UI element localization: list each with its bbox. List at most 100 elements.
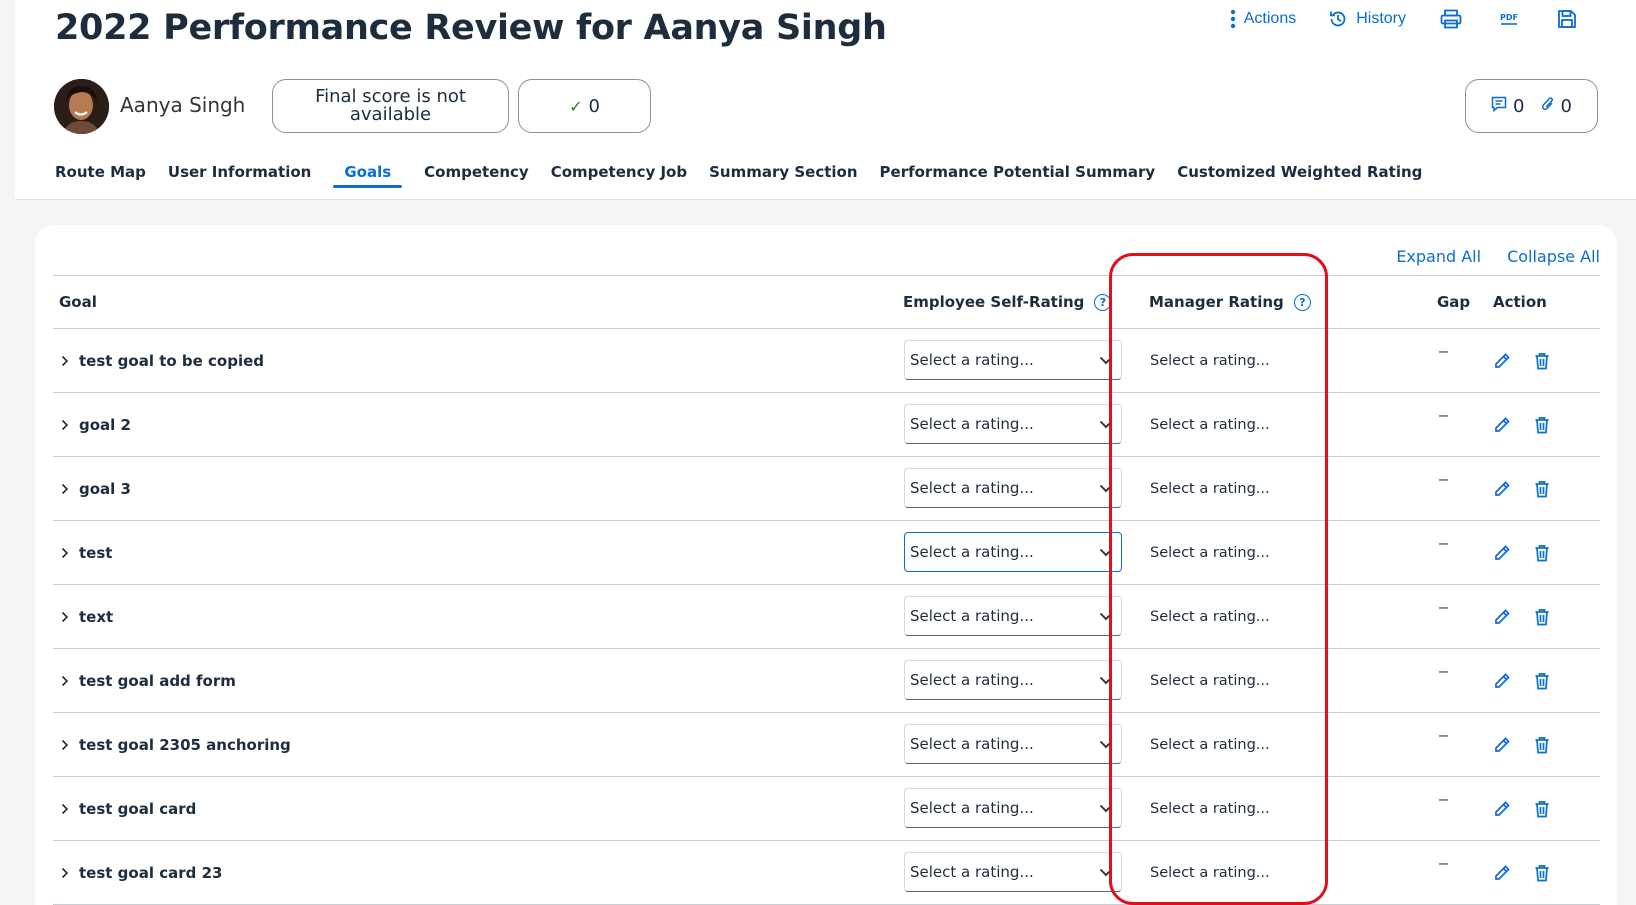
goal-expand-toggle[interactable]: goal 2 <box>59 393 131 457</box>
gap-value: – <box>1439 727 1448 744</box>
goal-expand-toggle[interactable]: goal 3 <box>59 457 131 521</box>
actions-label: Actions <box>1243 10 1297 27</box>
chevron-right-icon <box>59 675 71 687</box>
tab-competency-job[interactable]: Competency Job <box>540 160 698 194</box>
edit-icon[interactable] <box>1493 607 1511 627</box>
edit-icon[interactable] <box>1493 799 1511 819</box>
edit-icon[interactable] <box>1493 479 1511 499</box>
tab-performance-potential-summary[interactable]: Performance Potential Summary <box>869 160 1167 194</box>
chevron-down-icon <box>1099 671 1113 689</box>
self-rating-select[interactable]: Select a rating... <box>904 532 1122 572</box>
gap-value: – <box>1439 535 1448 552</box>
chevron-down-icon <box>1099 735 1113 753</box>
delete-icon[interactable] <box>1533 607 1551 627</box>
chevron-down-icon <box>1099 799 1113 817</box>
goal-expand-toggle[interactable]: test goal to be copied <box>59 329 264 393</box>
goal-expand-toggle[interactable]: text <box>59 585 113 649</box>
column-header-gap: Gap <box>1437 276 1470 328</box>
chevron-right-icon <box>59 483 71 495</box>
final-score-text: Final score is not available <box>315 86 466 125</box>
edit-icon[interactable] <box>1493 863 1511 883</box>
goal-expand-toggle[interactable]: test goal card <box>59 777 196 841</box>
edit-icon[interactable] <box>1493 351 1511 371</box>
gap-value: – <box>1439 599 1448 616</box>
delete-icon[interactable] <box>1533 351 1551 371</box>
column-header-action: Action <box>1493 276 1547 328</box>
edit-icon[interactable] <box>1493 415 1511 435</box>
table-row: test goal add form Select a rating... Se… <box>53 649 1600 713</box>
column-header-goal: Goal <box>59 276 97 328</box>
save-button[interactable] <box>1538 4 1596 34</box>
delete-icon[interactable] <box>1533 671 1551 691</box>
comments-attachments-badge[interactable]: 0 0 <box>1465 79 1598 133</box>
row-actions <box>1493 777 1551 841</box>
self-rating-value: Select a rating... <box>910 735 1034 753</box>
chevron-down-icon <box>1099 863 1113 881</box>
pdf-button[interactable]: PDF <box>1480 4 1538 34</box>
delete-icon[interactable] <box>1533 735 1551 755</box>
self-rating-select[interactable]: Select a rating... <box>904 852 1122 892</box>
table-row: test goal to be copied Select a rating..… <box>53 329 1600 393</box>
goal-expand-toggle[interactable]: test goal add form <box>59 649 236 713</box>
self-rating-select[interactable]: Select a rating... <box>904 468 1122 508</box>
tab-competency[interactable]: Competency <box>413 160 540 194</box>
history-button[interactable]: History <box>1312 4 1422 34</box>
chevron-down-icon <box>1099 543 1113 561</box>
gap-value: – <box>1439 663 1448 680</box>
history-icon <box>1328 9 1348 29</box>
delete-icon[interactable] <box>1533 799 1551 819</box>
row-actions <box>1493 841 1551 905</box>
tab-summary-section[interactable]: Summary Section <box>698 160 868 194</box>
chevron-right-icon <box>59 803 71 815</box>
column-header-gap-label: Gap <box>1437 293 1471 311</box>
goal-name: text <box>79 608 114 626</box>
expand-all-link[interactable]: Expand All <box>1396 247 1481 266</box>
collapse-all-link[interactable]: Collapse All <box>1507 247 1600 266</box>
avatar <box>54 79 109 134</box>
delete-icon[interactable] <box>1533 863 1551 883</box>
section-tabs: Route Map User Information Goals Compete… <box>55 160 1433 194</box>
help-icon[interactable]: ? <box>1293 293 1311 311</box>
tab-route-map[interactable]: Route Map <box>55 160 157 194</box>
final-score-badge[interactable]: Final score is not available <box>272 79 509 133</box>
edit-icon[interactable] <box>1493 735 1511 755</box>
chevron-right-icon <box>59 867 71 879</box>
edit-icon[interactable] <box>1493 543 1511 563</box>
tab-customized-weighted-rating[interactable]: Customized Weighted Rating <box>1166 160 1433 194</box>
self-rating-value: Select a rating... <box>910 351 1034 369</box>
self-rating-value: Select a rating... <box>910 543 1034 561</box>
self-rating-value: Select a rating... <box>910 415 1034 433</box>
self-rating-select[interactable]: Select a rating... <box>904 724 1122 764</box>
page-title: 2022 Performance Review for Aanya Singh <box>55 8 887 48</box>
manager-rating-value: Select a rating... <box>1150 737 1270 753</box>
save-icon <box>1557 9 1577 29</box>
tab-user-information[interactable]: User Information <box>157 160 322 194</box>
help-icon[interactable]: ? <box>1094 293 1112 311</box>
self-rating-select[interactable]: Select a rating... <box>904 404 1122 444</box>
approvals-badge[interactable]: ✓ 0 <box>518 79 651 133</box>
goal-expand-toggle[interactable]: test goal 2305 anchoring <box>59 713 291 777</box>
tab-goals[interactable]: Goals <box>322 160 413 194</box>
attachment-icon <box>1541 96 1555 117</box>
column-header-manager-rating-label: Manager Rating <box>1149 293 1284 311</box>
self-rating-select[interactable]: Select a rating... <box>904 660 1122 700</box>
table-row: test goal 2305 anchoring Select a rating… <box>53 713 1600 777</box>
gap-value: – <box>1439 791 1448 808</box>
self-rating-select[interactable]: Select a rating... <box>904 596 1122 636</box>
goal-expand-toggle[interactable]: test goal card 23 <box>59 841 222 905</box>
goal-name: test goal to be copied <box>79 352 265 370</box>
goal-expand-toggle[interactable]: test <box>59 521 112 585</box>
edit-icon[interactable] <box>1493 671 1511 691</box>
print-button[interactable] <box>1422 4 1480 34</box>
self-rating-value: Select a rating... <box>910 479 1034 497</box>
delete-icon[interactable] <box>1533 543 1551 563</box>
self-rating-select[interactable]: Select a rating... <box>904 788 1122 828</box>
delete-icon[interactable] <box>1533 415 1551 435</box>
delete-icon[interactable] <box>1533 479 1551 499</box>
actions-button[interactable]: Actions <box>1214 4 1312 34</box>
self-rating-select[interactable]: Select a rating... <box>904 340 1122 380</box>
manager-rating-value: Select a rating... <box>1150 801 1270 817</box>
manager-rating-value: Select a rating... <box>1150 417 1270 433</box>
manager-rating-value: Select a rating... <box>1150 673 1270 689</box>
row-actions <box>1493 585 1551 649</box>
